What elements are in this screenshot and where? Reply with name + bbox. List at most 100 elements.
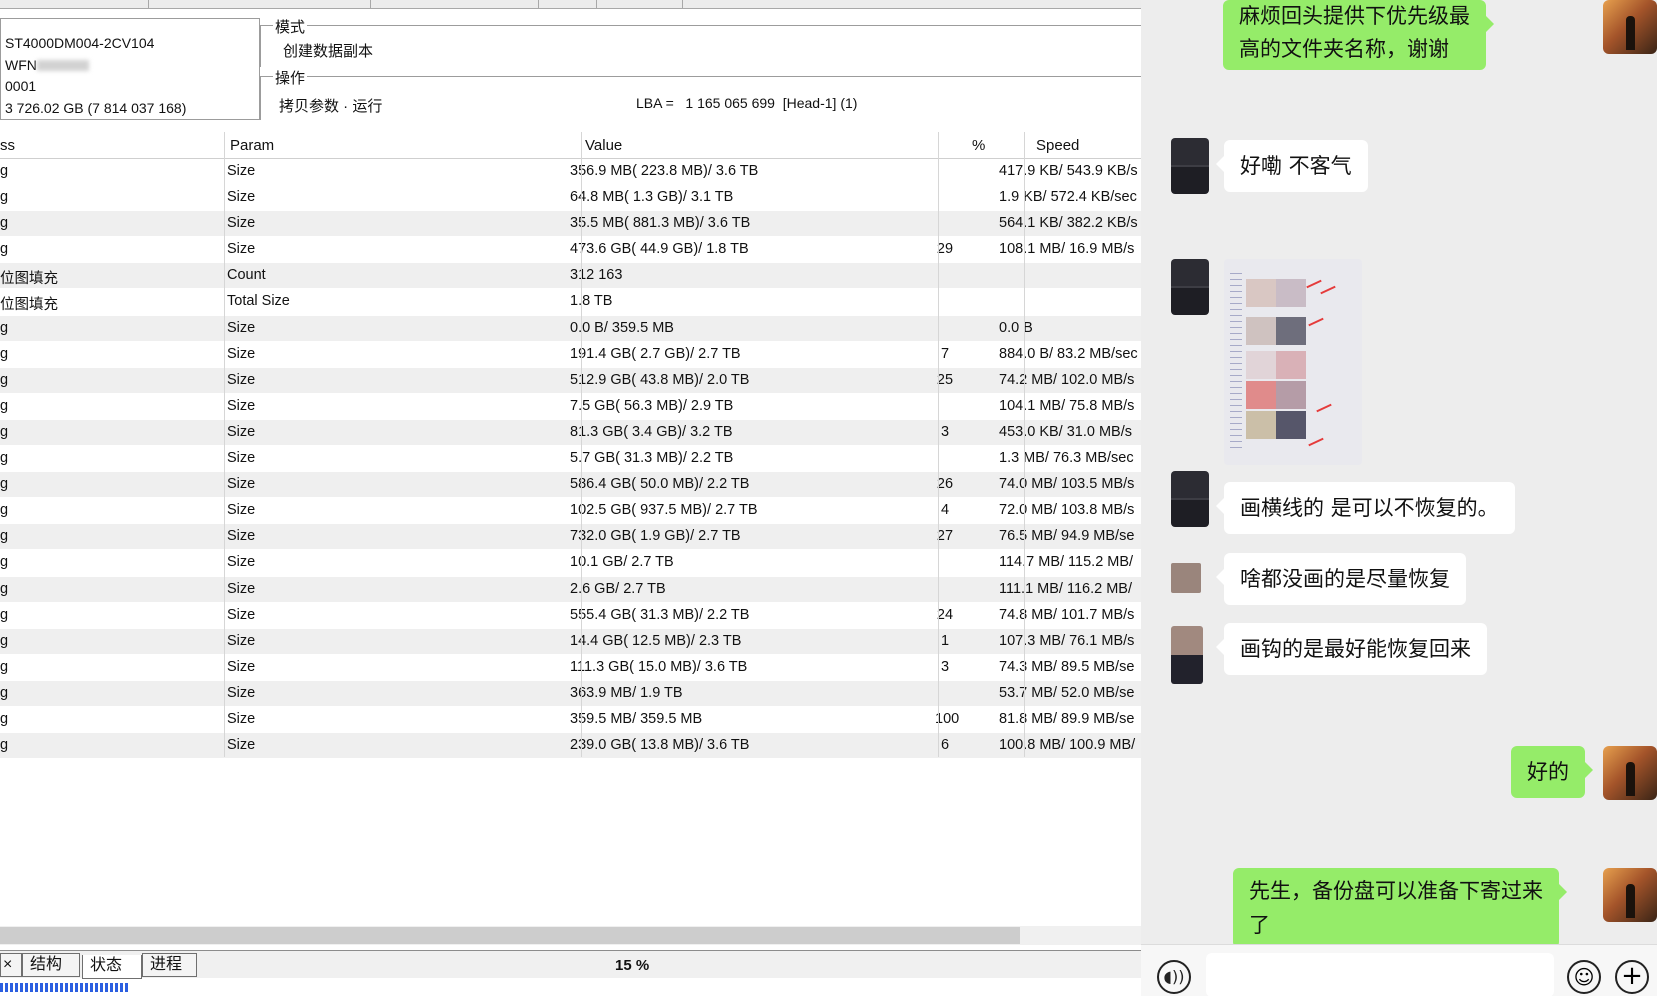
cell-task: 位图填充 [0, 271, 58, 288]
my-avatar[interactable] [1603, 0, 1657, 54]
message-bubble-contact[interactable]: 画钩的是最好能恢复回来 [1216, 623, 1487, 675]
plus-icon[interactable]: + [1615, 960, 1649, 994]
cell-value: 732.0 GB( 1.9 GB)/ 2.7 TB [570, 528, 741, 545]
cell-task: g [0, 450, 9, 467]
table-row[interactable]: g Size 0.0 B/ 359.5 MB 0.0 B [0, 315, 1141, 342]
message-bubble-contact[interactable]: 画横线的 是可以不恢复的。 [1216, 482, 1515, 534]
message-bubble-mine[interactable]: 好的 [1511, 746, 1593, 798]
cell-value: 359.5 MB/ 359.5 MB [570, 710, 703, 727]
table-row[interactable]: g Size 81.3 GB( 3.4 GB)/ 3.2 TB 3 453.0 KB/ … [0, 419, 1141, 447]
table-row[interactable]: g Size 363.9 MB/ 1.9 TB 53.7 MB/ 52.0 MB/se [0, 680, 1141, 707]
scrollbar-thumb[interactable] [0, 927, 1020, 944]
table-row[interactable]: g Size 191.4 GB( 2.7 GB)/ 2.7 TB 7 884.0 B/ … [0, 342, 1141, 368]
table-row[interactable]: 位图填充 Count 312 163 [0, 263, 1141, 290]
contact-avatar[interactable] [1171, 259, 1209, 315]
device-serial: WFN [5, 55, 259, 77]
table-row[interactable]: g Size 14.4 GB( 12.5 MB)/ 2.3 TB 1 107.3 MB/… [0, 628, 1141, 655]
cell-speed: 74.3 MB/ 89.5 MB/se [999, 658, 1135, 675]
cell-param: Size [227, 241, 256, 258]
col-header-param[interactable]: Param [230, 137, 274, 154]
progress-bar [0, 983, 130, 992]
cell-task: g [0, 528, 9, 545]
col-header-percent[interactable]: % [972, 137, 985, 154]
cell-task: g [0, 632, 9, 649]
message-bubble-contact[interactable]: 啥都没画的是尽量恢复 [1216, 553, 1466, 605]
mode-group: 模式 创建数据副本 [260, 16, 1141, 67]
table-row[interactable]: g Size 35.5 MB( 881.3 MB)/ 3.6 TB 564.1 KB/… [0, 211, 1141, 238]
cell-value: 312 163 [570, 267, 623, 284]
cell-task: g [0, 684, 9, 701]
table-row[interactable]: g Size 64.8 MB( 1.3 GB)/ 3.1 TB 1.9 KB/ 572… [0, 185, 1141, 212]
cell-value: 512.9 GB( 43.8 MB)/ 2.0 TB [570, 371, 750, 388]
tab-close[interactable]: × [0, 953, 22, 977]
cell-speed: 104.1 MB/ 75.8 MB/s [999, 397, 1135, 414]
mode-legend: 模式 [273, 16, 308, 37]
table-row[interactable]: g Size 732.0 GB( 1.9 GB)/ 2.7 TB 27 76.5 MB/… [0, 524, 1141, 551]
message-input[interactable] [1206, 953, 1554, 996]
cell-speed: 53.7 MB/ 52.0 MB/se [999, 684, 1135, 701]
table-row[interactable]: g Size 356.9 MB( 223.8 MB)/ 3.6 TB 417.9 KB… [0, 159, 1141, 186]
toolbar-strip [0, 0, 1141, 9]
cell-param: Size [227, 502, 256, 519]
cell-task: g [0, 215, 9, 232]
table-row[interactable]: g Size 10.1 GB/ 2.7 TB 114.7 MB/ 115.2 MB/ [0, 550, 1141, 577]
table-row[interactable]: g Size 7.5 GB( 56.3 MB)/ 2.9 TB 104.1 MB/ 7… [0, 394, 1141, 420]
cell-param: Size [227, 632, 256, 649]
col-header-value[interactable]: Value [585, 137, 622, 154]
cell-param: Size [227, 189, 256, 206]
cell-task: g [0, 163, 9, 179]
cell-value: 239.0 GB( 13.8 MB)/ 3.6 TB [570, 737, 750, 754]
device-capacity: 3 726.02 GB (7 814 037 168) [5, 99, 187, 116]
cell-param: Size [227, 710, 256, 727]
horizontal-scrollbar[interactable] [0, 926, 1141, 945]
cell-speed: 72.0 MB/ 103.8 MB/s [999, 502, 1135, 519]
cell-speed: 76.5 MB/ 94.9 MB/se [999, 528, 1135, 545]
table-row[interactable]: g Size 359.5 MB/ 359.5 MB 100 81.8 MB/ 89.9 … [0, 707, 1141, 734]
cell-task: g [0, 476, 9, 493]
table-row[interactable]: g Size 2.6 GB/ 2.7 TB 111.1 MB/ 116.2 MB/ [0, 576, 1141, 603]
table-row[interactable]: g Size 102.5 GB( 937.5 MB)/ 2.7 TB 4 72.0 MB… [0, 498, 1141, 525]
cell-value: 7.5 GB( 56.3 MB)/ 2.9 TB [570, 397, 734, 414]
device-model: ST4000DM004-2CV104 [5, 35, 155, 51]
contact-avatar[interactable] [1171, 626, 1203, 684]
table-row[interactable]: g Size 586.4 GB( 50.0 MB)/ 2.2 TB 26 74.0 MB… [0, 472, 1141, 499]
serial-redaction [36, 60, 89, 72]
message-bubble-mine[interactable]: 麻烦回头提供下优先级最 高的文件夹名称，谢谢 [1223, 0, 1494, 70]
operation-group: 操作 拷贝参数 · 运行 LBA = 1 165 065 699 [Head-1… [260, 67, 1141, 120]
table-row[interactable]: g Size 512.9 GB( 43.8 MB)/ 2.0 TB 25 74.2 MB… [0, 367, 1141, 394]
cell-task: g [0, 319, 9, 336]
voice-icon[interactable]: ◖)) [1157, 960, 1191, 994]
cell-speed: 74.0 MB/ 103.5 MB/s [999, 476, 1135, 493]
cell-param: Size [227, 397, 256, 414]
table-row[interactable]: g Size 473.6 GB( 44.9 GB)/ 1.8 TB 29 108.1 M… [0, 237, 1141, 264]
table-row[interactable]: g Size 5.7 GB( 31.3 MB)/ 2.2 TB 1.3 MB/ 76.… [0, 446, 1141, 473]
my-avatar[interactable] [1603, 746, 1657, 800]
cell-speed: 884.0 B/ 83.2 MB/sec [999, 345, 1138, 362]
cell-speed: 417.9 KB/ 543.9 KB/s [999, 163, 1138, 179]
table-row[interactable]: 位图填充 Total Size 1.8 TB [0, 289, 1141, 316]
cell-speed: 74.2 MB/ 102.0 MB/s [999, 371, 1135, 388]
contact-avatar[interactable] [1171, 563, 1201, 593]
cell-speed: 81.8 MB/ 89.9 MB/se [999, 710, 1135, 727]
cell-task: g [0, 345, 9, 362]
contact-avatar[interactable] [1171, 471, 1209, 527]
table-row[interactable]: g Size 111.3 GB( 15.0 MB)/ 3.6 TB 3 74.3 MB/… [0, 655, 1141, 681]
cell-task: g [0, 580, 9, 597]
table-row[interactable]: g Size 555.4 GB( 31.3 MB)/ 2.2 TB 24 74.8 MB… [0, 603, 1141, 629]
message-bubble-mine[interactable]: 先生，备份盘可以准备下寄过来 了 [1233, 868, 1567, 948]
image-message[interactable] [1224, 259, 1362, 465]
col-header-speed[interactable]: Speed [1036, 137, 1079, 154]
tab-status[interactable]: 状态 [82, 955, 142, 979]
col-header-task[interactable]: ss [0, 137, 15, 154]
cell-param: Size [227, 476, 256, 493]
tab-structure[interactable]: 结构 [22, 953, 80, 977]
cell-value: 14.4 GB( 12.5 MB)/ 2.3 TB [570, 632, 742, 649]
table-row[interactable]: g Size 239.0 GB( 13.8 MB)/ 3.6 TB 6 100.8 MB… [0, 733, 1141, 760]
cell-value: 363.9 MB/ 1.9 TB [570, 684, 683, 701]
cell-speed: 453.0 KB/ 31.0 MB/s [999, 423, 1132, 440]
contact-avatar[interactable] [1171, 138, 1209, 194]
message-bubble-contact[interactable]: 好嘞 不客气 [1216, 140, 1368, 192]
tab-process[interactable]: 进程 [142, 953, 197, 977]
emoji-icon[interactable]: ☺ [1567, 960, 1601, 994]
my-avatar[interactable] [1603, 868, 1657, 922]
